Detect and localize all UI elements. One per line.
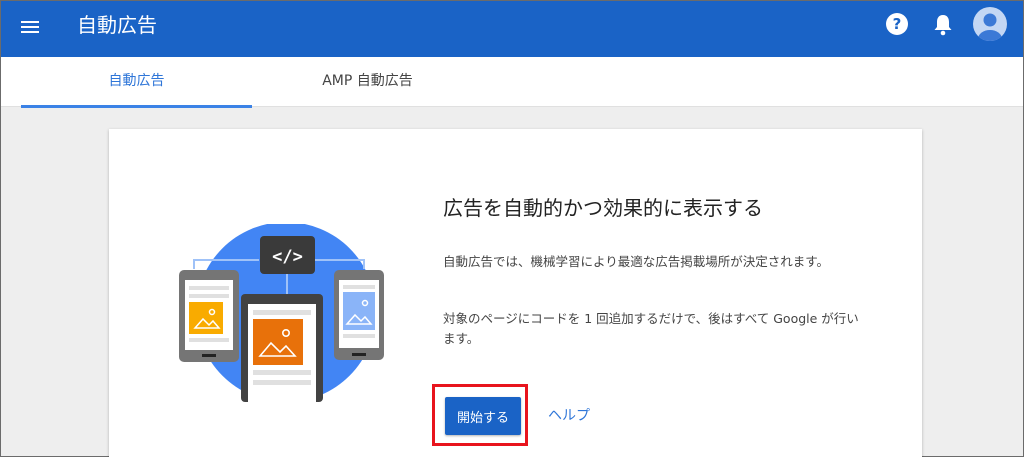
description-machine-learning: 自動広告では、機械学習により最適な広告掲載場所が決定されます。 xyxy=(443,254,830,269)
account-avatar-icon[interactable] xyxy=(973,7,1007,41)
description-add-code: 対象のページにコードを 1 回追加するだけで、後はすべて Google が行いま… xyxy=(443,311,859,346)
intro-card: </> 広告を自動的かつ効果的に表示する 自動広告では、機械学習により最適な広告… xyxy=(109,129,922,457)
start-button[interactable]: 開始する xyxy=(445,397,521,435)
auto-ads-illustration: </> xyxy=(174,222,389,404)
bell-icon[interactable] xyxy=(932,13,954,37)
tab-bar: 自動広告 AMP 自動広告 xyxy=(1,57,1023,108)
card-headline: 広告を自動的かつ効果的に表示する xyxy=(443,196,763,220)
tab-auto-ads[interactable]: 自動広告 xyxy=(21,57,252,108)
help-link[interactable]: ヘルプ xyxy=(548,405,590,427)
menu-icon[interactable] xyxy=(19,15,43,39)
code-badge-text: </> xyxy=(272,247,303,267)
app-bar: 自動広告 ? xyxy=(1,1,1023,57)
help-icon[interactable]: ? xyxy=(886,13,908,35)
tab-amp-auto-ads[interactable]: AMP 自動広告 xyxy=(252,57,483,107)
app-title: 自動広告 xyxy=(77,13,157,37)
